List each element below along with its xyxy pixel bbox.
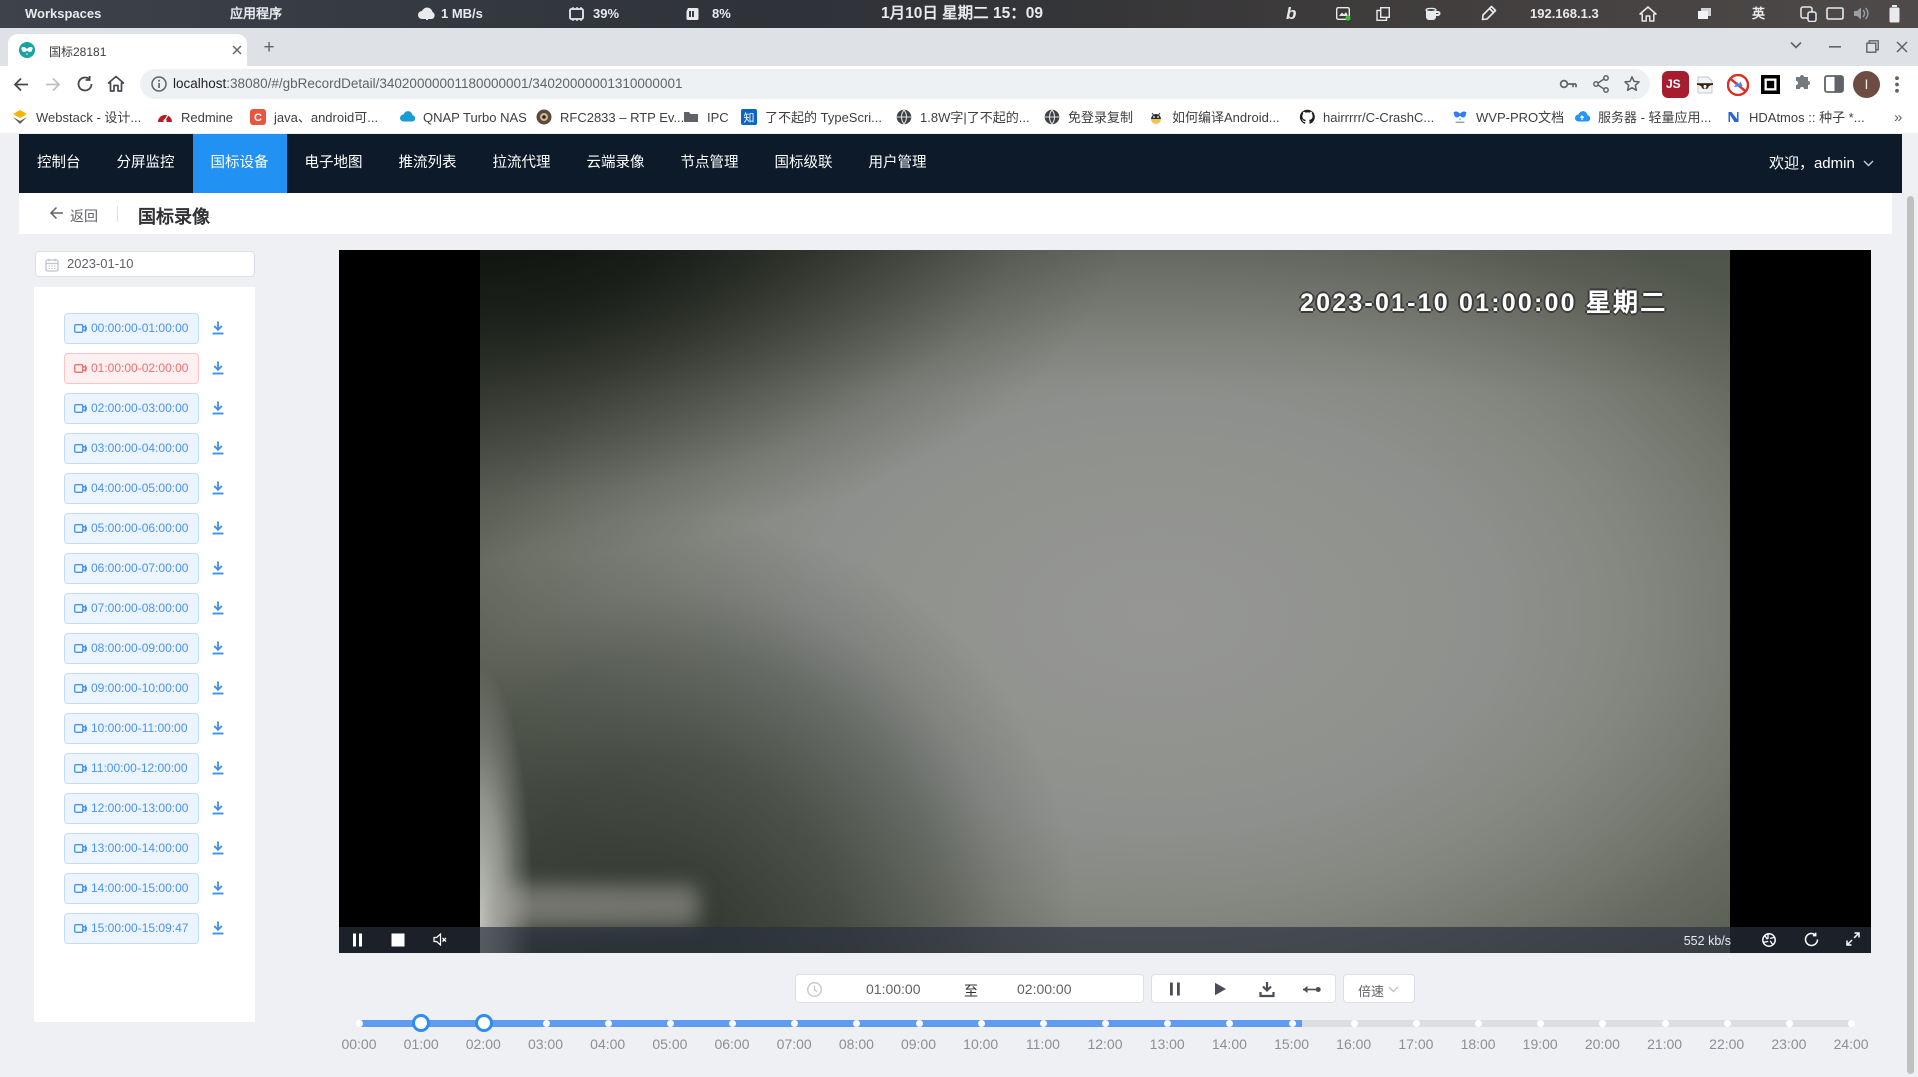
svg-text:C: C [254, 112, 262, 124]
svg-text:知: 知 [744, 111, 755, 125]
